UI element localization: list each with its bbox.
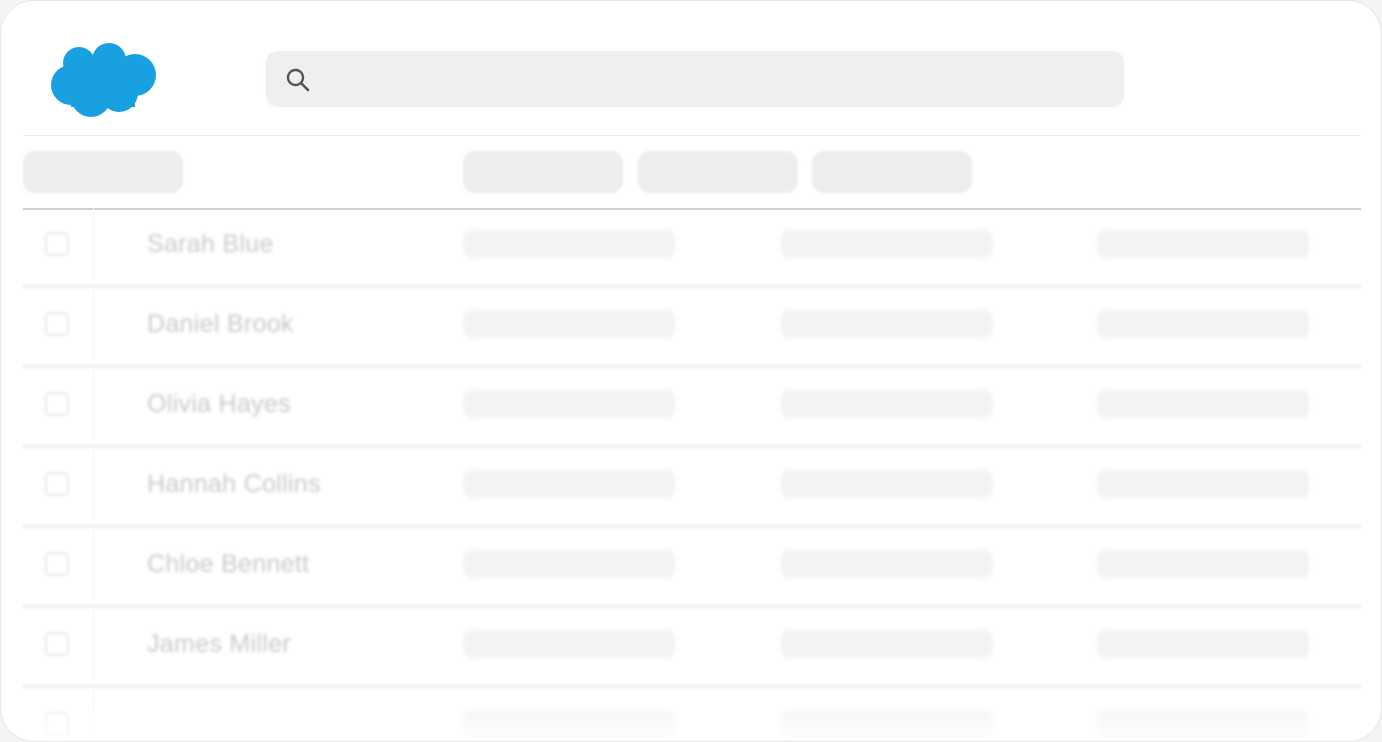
column-divider (93, 608, 94, 686)
search-input[interactable] (321, 59, 1115, 101)
cell-placeholder (463, 230, 675, 258)
cell-placeholder (781, 230, 993, 258)
row-checkbox[interactable] (45, 712, 69, 736)
table-row[interactable]: Sarah Blue (23, 208, 1361, 288)
table-row[interactable]: James Miller (23, 608, 1361, 688)
table-row[interactable] (23, 688, 1361, 741)
table-row[interactable]: Chloe Bennett (23, 528, 1361, 608)
cell-placeholder (1097, 630, 1309, 658)
cell-placeholder (781, 630, 993, 658)
column-divider (93, 528, 94, 606)
table-row[interactable]: Olivia Hayes (23, 368, 1361, 448)
column-divider (93, 448, 94, 526)
row-checkbox[interactable] (45, 472, 69, 496)
cell-placeholder (1097, 710, 1309, 738)
cell-placeholder (1097, 390, 1309, 418)
app-window: Sarah Blue Daniel Brook Olivia Hayes Han… (0, 0, 1382, 742)
cell-placeholder (463, 630, 675, 658)
cell-placeholder (463, 550, 675, 578)
record-name[interactable]: Chloe Bennett (147, 550, 309, 579)
column-divider (93, 288, 94, 366)
cell-placeholder (781, 390, 993, 418)
table-row[interactable]: Daniel Brook (23, 288, 1361, 368)
record-name[interactable]: Hannah Collins (147, 470, 321, 499)
cell-placeholder (1097, 550, 1309, 578)
cell-placeholder (781, 550, 993, 578)
column-divider (93, 208, 94, 286)
cell-placeholder (463, 390, 675, 418)
column-divider (93, 688, 94, 741)
cell-placeholder (463, 470, 675, 498)
search-icon[interactable] (285, 67, 311, 93)
filter-button-3[interactable] (812, 151, 972, 193)
row-checkbox[interactable] (45, 232, 69, 256)
cell-placeholder (1097, 230, 1309, 258)
record-name[interactable]: Olivia Hayes (147, 390, 291, 419)
row-checkbox[interactable] (45, 392, 69, 416)
header-divider (23, 135, 1361, 136)
list-view-selector[interactable] (23, 151, 183, 193)
cell-placeholder (781, 710, 993, 738)
cell-placeholder (1097, 310, 1309, 338)
filter-button-2[interactable] (638, 151, 798, 193)
cell-placeholder (781, 470, 993, 498)
record-name[interactable]: Daniel Brook (147, 310, 294, 339)
column-divider (93, 368, 94, 446)
cell-placeholder (463, 710, 675, 738)
table-row[interactable]: Hannah Collins (23, 448, 1361, 528)
cell-placeholder (781, 310, 993, 338)
record-name[interactable]: James Miller (147, 630, 291, 659)
row-checkbox[interactable] (45, 312, 69, 336)
row-checkbox[interactable] (45, 632, 69, 656)
cell-placeholder (1097, 470, 1309, 498)
cell-placeholder (463, 310, 675, 338)
salesforce-cloud-icon[interactable] (49, 41, 161, 119)
row-checkbox[interactable] (45, 552, 69, 576)
record-name[interactable]: Sarah Blue (147, 230, 274, 259)
filter-button-1[interactable] (463, 151, 623, 193)
